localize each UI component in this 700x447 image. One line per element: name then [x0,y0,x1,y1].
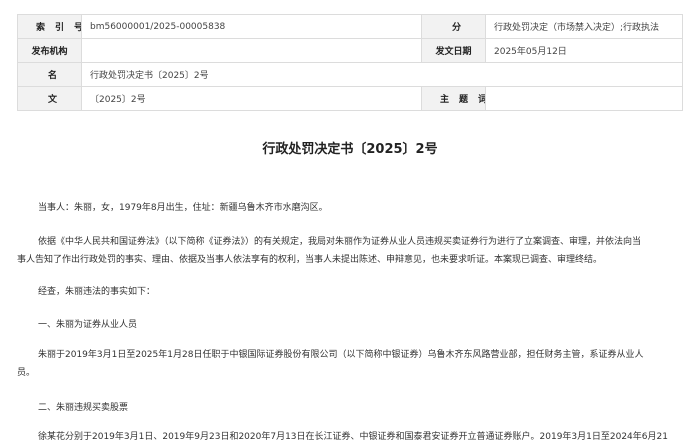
name-value: 行政处罚决定书〔2025〕2号 [81,62,683,87]
topic-value [485,86,683,111]
index-value: bm56000001/2025-00005838 [81,14,422,39]
docno-value: 〔2025〕2号 [81,86,422,111]
employment-paragraph-line2: 员。 [17,368,36,378]
meta-row-docno: 文号 〔2025〕2号 主题词 [17,86,683,111]
issuer-value [81,38,422,63]
party-paragraph: 当事人：朱丽，女，1979年8月出生，住址：新疆乌鲁木齐市水磨沟区。 [38,203,328,213]
account-paragraph: 徐某花分别于2019年3月1日、2019年9月23日和2020年7月13日在长江… [38,432,668,442]
category-value: 行政处罚决定（市场禁入决定）;行政执法 [485,14,683,39]
employment-paragraph-line1: 朱丽于2019年3月1日至2025年1月28日任职于中银国际证券股份有限公司（以… [38,350,644,360]
meta-row-index: 索引号 bm56000001/2025-00005838 分类 行政处罚决定（市… [17,14,683,39]
document-title: 行政处罚决定书〔2025〕2号 [262,142,438,157]
index-label: 索引号 [17,14,82,39]
section-heading-2: 二、朱丽违规买卖股票 [38,403,129,413]
name-label: 名称 [17,62,82,87]
category-label: 分类 [421,14,486,39]
date-label: 发文日期 [421,38,486,63]
section-heading-1: 一、朱丽为证券从业人员 [38,320,138,330]
meta-row-name: 名称 行政处罚决定书〔2025〕2号 [17,62,683,87]
date-value: 2025年05月12日 [485,38,683,63]
docno-label: 文号 [17,86,82,111]
topic-label: 主题词 [421,86,486,111]
meta-row-issuer: 发布机构 发文日期 2025年05月12日 [17,38,683,63]
document-meta-table: 索引号 bm56000001/2025-00005838 分类 行政处罚决定（市… [17,14,683,111]
facts-intro-paragraph: 经查，朱丽违法的事实如下： [38,287,156,297]
basis-paragraph-line2: 事人告知了作出行政处罚的事实、理由、依据及当事人依法享有的权利，当事人未提出陈述… [17,255,603,265]
issuer-label: 发布机构 [17,38,82,63]
basis-paragraph-line1: 依据《中华人民共和国证券法》（以下简称《证券法》）的有关规定，我局对朱丽作为证券… [38,237,642,247]
